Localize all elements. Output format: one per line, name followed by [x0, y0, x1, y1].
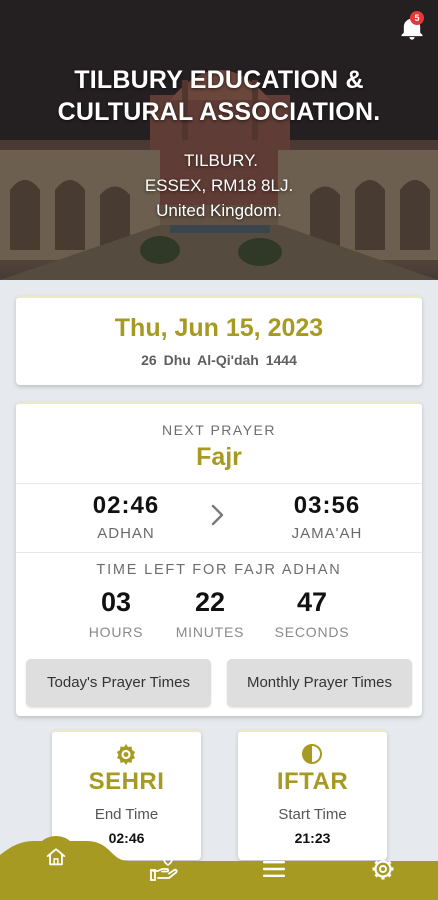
time-left-label: TIME LEFT FOR FAJR ADHAN [96, 562, 342, 578]
nav-donate-button[interactable] [149, 855, 181, 883]
notification-badge: 5 [410, 11, 424, 25]
org-name-line2: CULTURAL ASSOCIATION. [57, 98, 381, 126]
address-line2: ESSEX, RM18 8LJ. [144, 176, 294, 195]
hero-banner: 5 TILBURY EDUCATION & CULTURAL ASSOCIATI… [0, 0, 438, 280]
jamaah-time: 03:56 [293, 492, 361, 519]
nav-menu-button[interactable] [258, 855, 290, 883]
gregorian-date: Thu, Jun 15, 2023 [114, 314, 324, 342]
sun-gear-icon [117, 744, 135, 765]
divider [16, 483, 422, 484]
org-name-line1: TILBURY EDUCATION & [74, 66, 364, 94]
organization-name: TILBURY EDUCATION & CULTURAL ASSOCIATION… [0, 64, 438, 128]
adhan-time: 02:46 [92, 492, 160, 519]
jamaah-label: JAMA'AH [291, 525, 363, 542]
divider [16, 552, 422, 553]
settings-gear-icon [372, 858, 394, 880]
hero-overlay [0, 0, 438, 280]
address: TILBURY. ESSEX, RM18 8LJ. United Kingdom… [0, 148, 438, 223]
nav-settings-button[interactable] [367, 855, 399, 883]
donate-hand-icon [150, 856, 178, 881]
address-line3: United Kingdom. [156, 201, 282, 220]
monthly-prayer-times-button[interactable]: Monthly Prayer Times [227, 659, 412, 707]
hijri-date: 26 Dhu Al-Qi'dah 1444 [141, 352, 297, 368]
menu-icon [263, 861, 285, 877]
adhan-label: ADHAN [97, 525, 155, 542]
iftar-title: IFTAR [276, 768, 349, 795]
nav-home-button[interactable] [34, 836, 78, 880]
countdown-minutes: 22 [194, 587, 226, 617]
next-prayer-label: NEXT PRAYER [161, 422, 276, 438]
half-moon-icon [302, 744, 322, 764]
chevron-right-icon [211, 504, 224, 526]
date-card: Thu, Jun 15, 2023 26 Dhu Al-Qi'dah 1444 [16, 296, 422, 385]
address-line1: TILBURY. [183, 151, 259, 170]
countdown-seconds-label: SECONDS [274, 624, 350, 640]
next-prayer-card: NEXT PRAYER Fajr 02:46 ADHAN 03:56 JAMA'… [16, 402, 422, 716]
sehri-title: SEHRI [88, 768, 165, 795]
next-prayer-name: Fajr [196, 443, 242, 471]
sehri-subtitle: End Time [94, 806, 159, 823]
countdown-seconds: 47 [296, 587, 328, 617]
countdown-minutes-label: MINUTES [175, 624, 245, 640]
todays-prayer-times-button[interactable]: Today's Prayer Times [26, 659, 211, 707]
iftar-subtitle: Start Time [278, 806, 347, 823]
home-icon [46, 848, 66, 866]
